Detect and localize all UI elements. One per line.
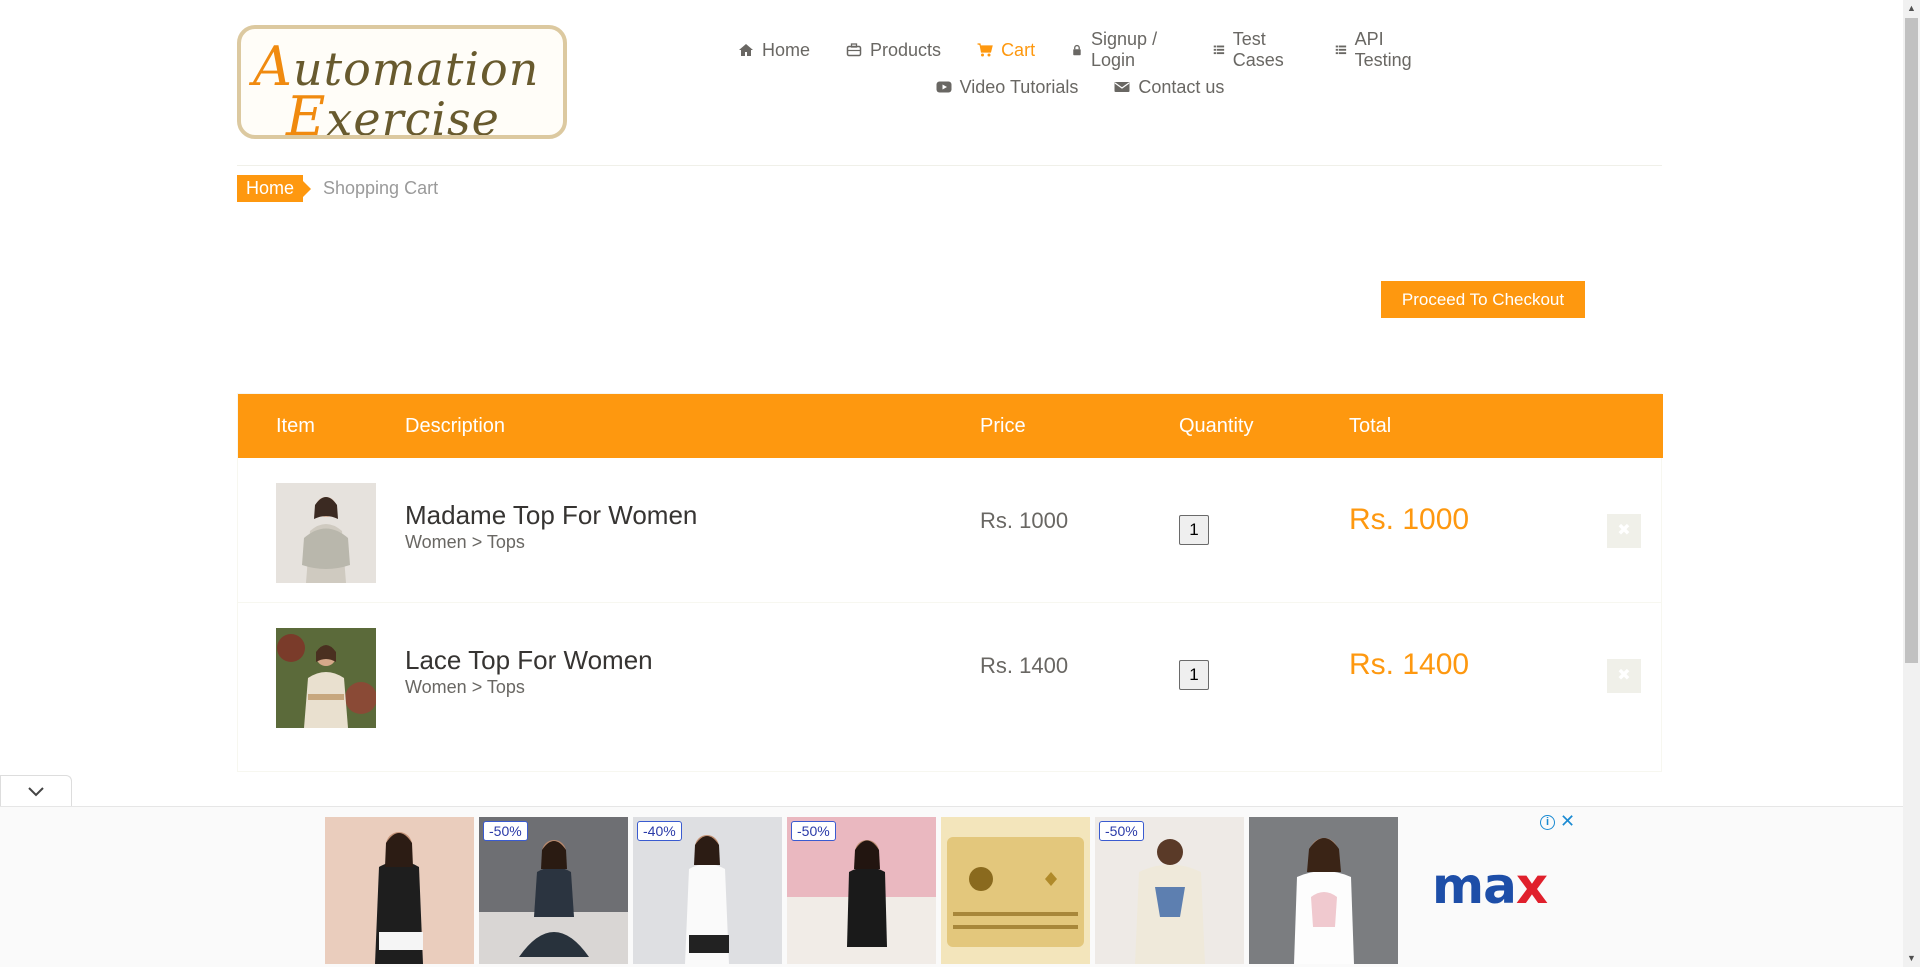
nav-contact-us-label: Contact us <box>1138 76 1225 97</box>
envelope-icon <box>1114 82 1130 92</box>
header-total: Total <box>1349 415 1392 437</box>
scrollbar-thumb[interactable] <box>1905 18 1918 663</box>
delete-item-button[interactable]: ✖ <box>1607 659 1641 693</box>
lock-icon <box>1073 44 1081 56</box>
proceed-to-checkout-button[interactable]: Proceed To Checkout <box>1381 281 1585 318</box>
close-icon: ✖ <box>1617 522 1631 539</box>
nav-signup-login-label: Signup / Login <box>1091 29 1158 70</box>
max-brand-logo[interactable]: max <box>1432 857 1548 915</box>
vertical-scrollbar[interactable]: ▲ ▼ <box>1903 0 1920 967</box>
header-description: Description <box>405 415 506 437</box>
ad-product-tile[interactable]: -40% <box>633 817 782 964</box>
nav-row-2: Video Tutorials Contact us <box>720 75 1440 112</box>
briefcase-icon <box>846 43 862 57</box>
quantity-button[interactable]: 1 <box>1179 515 1209 545</box>
product-total: Rs. 1400 <box>1349 648 1470 681</box>
nav-test-cases[interactable]: Test Cases <box>1195 29 1317 70</box>
breadcrumb-current: Shopping Cart <box>323 178 439 198</box>
cart-table: Item Description Price Quantity Total Ma… <box>237 393 1663 772</box>
list-icon <box>1335 45 1346 55</box>
ad-product-tile[interactable]: -50% <box>1095 817 1244 964</box>
close-icon[interactable]: ✕ <box>1560 811 1575 832</box>
header-quantity: Quantity <box>1179 415 1254 437</box>
discount-badge: -40% <box>637 821 682 841</box>
nav-home-label: Home <box>762 39 811 60</box>
nav-contact-us[interactable]: Contact us <box>1096 75 1242 99</box>
product-category: Women > Tops <box>405 532 525 552</box>
nav-cart-label: Cart <box>1001 39 1036 60</box>
scroll-up-arrow-icon[interactable]: ▲ <box>1903 0 1920 17</box>
ad-banner: -50% -40% -50% -50% max i ✕ <box>0 806 1903 967</box>
discount-badge: -50% <box>791 821 836 841</box>
product-price: Rs. 1000 <box>980 508 1069 533</box>
nav-video-tutorials[interactable]: Video Tutorials <box>918 75 1097 99</box>
product-price: Rs. 1400 <box>980 653 1069 678</box>
product-image[interactable] <box>276 628 376 728</box>
product-name[interactable]: Madame Top For Women <box>405 500 697 531</box>
product-name[interactable]: Lace Top For Women <box>405 645 653 676</box>
discount-badge: -50% <box>1099 821 1144 841</box>
youtube-icon <box>936 81 952 93</box>
cart-table-header: Item Description Price Quantity Total <box>238 394 1663 458</box>
cart-icon <box>977 43 993 57</box>
ad-collapse-toggle[interactable] <box>0 775 72 807</box>
table-row: Lace Top For Women Women > Tops Rs. 1400… <box>238 603 1661 748</box>
info-icon[interactable]: i <box>1540 815 1555 830</box>
product-image[interactable] <box>276 483 376 583</box>
header-price: Price <box>980 415 1026 437</box>
ad-product-tile[interactable]: -50% <box>479 817 628 964</box>
site-logo[interactable]: Automation Exercise <box>237 25 567 139</box>
quantity-button[interactable]: 1 <box>1179 660 1209 690</box>
nav-signup-login[interactable]: Signup / Login <box>1053 29 1195 70</box>
nav-video-tutorials-label: Video Tutorials <box>959 76 1079 97</box>
header-item: Item <box>276 415 315 437</box>
product-category: Women > Tops <box>405 677 525 697</box>
nav-products-label: Products <box>870 39 942 60</box>
home-icon <box>739 44 753 56</box>
nav-api-testing-label: API Testing <box>1354 29 1412 70</box>
close-icon: ✖ <box>1617 667 1631 684</box>
breadcrumb-home[interactable]: Home <box>237 175 312 202</box>
list-icon <box>1213 45 1224 55</box>
product-total: Rs. 1000 <box>1349 503 1470 536</box>
delete-item-button[interactable]: ✖ <box>1607 514 1641 548</box>
nav-products[interactable]: Products <box>828 38 959 62</box>
logo-line-2: Exercise <box>286 85 500 139</box>
discount-badge: -50% <box>483 821 528 841</box>
nav-api-testing[interactable]: API Testing <box>1317 29 1440 70</box>
ad-product-tile[interactable] <box>325 817 474 964</box>
nav-row-1: Home Products Cart Signup / Login Test C… <box>720 29 1440 75</box>
ad-giftcard-tile[interactable] <box>941 817 1090 964</box>
nav-cart[interactable]: Cart <box>959 38 1053 62</box>
nav-test-cases-label: Test Cases <box>1232 29 1284 70</box>
main-nav: Home Products Cart Signup / Login Test C… <box>720 29 1440 112</box>
header-divider <box>237 165 1662 166</box>
chevron-down-icon <box>28 787 44 797</box>
ad-product-tile[interactable] <box>1249 817 1398 964</box>
scroll-down-arrow-icon[interactable]: ▼ <box>1903 950 1920 967</box>
nav-home[interactable]: Home <box>720 38 828 62</box>
ad-product-tile[interactable]: -50% <box>787 817 936 964</box>
table-row: Madame Top For Women Women > Tops Rs. 10… <box>238 458 1661 603</box>
